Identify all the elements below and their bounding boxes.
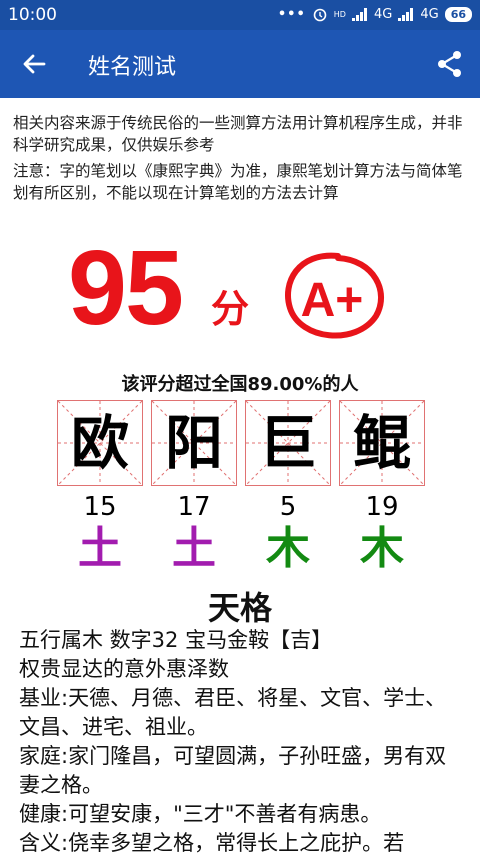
name-char-column-3: 巨 5 木 [245, 400, 331, 576]
name-char: 阳 [164, 409, 223, 477]
disclaimer-line-2: 注意：字的笔划以《康熙字典》为准，康熙笔划计算方法与简体笔划有所区别，不能以现在… [13, 162, 463, 202]
five-element: 木 [360, 523, 404, 574]
name-char: 巨 [258, 409, 317, 477]
five-element: 木 [266, 523, 310, 574]
stroke-count: 19 [365, 492, 399, 522]
score-unit: 分 [211, 287, 250, 331]
analysis-text: 五行属木 数字32 宝马金鞍【吉】 权贵显达的意外惠泽数 基业:天德、月德、君臣… [19, 626, 464, 858]
detail-line: 健康:可望安康，"三才"不善者有病患。 [19, 802, 382, 826]
char-grid-cell: 鲲 [339, 400, 425, 486]
detail-line: 权贵显达的意外惠泽数 [19, 657, 229, 681]
name-char: 欧 [70, 409, 129, 477]
section-title-tiange: 天格 [207, 589, 272, 627]
name-char: 鲲 [352, 409, 411, 477]
char-grid-cell: 阳 [151, 400, 237, 486]
char-grid-cell: 欧 [57, 400, 143, 486]
name-char-column-1: 欧 15 土 [57, 400, 143, 576]
status-icons: ••• HD 4G 4G 66 [278, 6, 472, 22]
stroke-count: 15 [83, 492, 117, 522]
disclaimer-line-1: 相关内容来源于传统民俗的一些测算方法用计算机程序生成，并非科学研究成果，仅供娱乐… [13, 114, 463, 154]
battery-icon: 66 [444, 6, 472, 22]
char-grid-cell: 巨 [245, 400, 331, 486]
score-value: 95 [68, 229, 184, 347]
name-characters: 欧 15 土 阳 17 土 巨 5 木 鲲 19 木 [57, 400, 425, 610]
percentile-text: 该评分超过全国89.00%的人 [121, 374, 359, 395]
grade-text: A+ [301, 274, 364, 327]
signal-icon-2 [398, 7, 414, 21]
detail-line: 家庭:家门隆昌，可望圆满，子孙旺盛，男有双妻之格。 [19, 744, 447, 797]
disclaimer: 相关内容来源于传统民俗的一些测算方法用计算机程序生成，并非科学研究成果，仅供娱乐… [13, 112, 473, 208]
stroke-count: 17 [177, 492, 211, 522]
name-char-column-2: 阳 17 土 [151, 400, 237, 576]
network-type-2: 4G [420, 6, 439, 22]
stroke-count: 5 [279, 492, 297, 522]
detail-line: 基业:天德、月德、君臣、将星、文官、学士、文昌、进宅、祖业。 [19, 686, 447, 739]
share-icon[interactable] [436, 50, 464, 78]
network-type-1: 4G [373, 6, 393, 22]
back-arrow-icon[interactable] [20, 50, 48, 78]
detail-line: 五行属木 数字32 宝马金鞍【吉】 [19, 628, 333, 652]
notification-dots-icon: ••• [277, 6, 306, 22]
status-bar: 10:00 ••• HD 4G 4G 66 [0, 0, 480, 30]
name-char-column-4: 鲲 19 木 [339, 400, 425, 576]
hd-badge: HD [333, 9, 346, 19]
grade-stamp: A+ [285, 252, 384, 339]
five-element: 土 [172, 523, 216, 574]
signal-icon [351, 7, 367, 21]
page-title: 姓名测试 [88, 55, 177, 80]
five-element: 土 [78, 523, 122, 574]
status-time: 10:00 [8, 5, 57, 25]
app-bar: 姓名测试 [0, 30, 480, 98]
alarm-icon [313, 8, 327, 22]
